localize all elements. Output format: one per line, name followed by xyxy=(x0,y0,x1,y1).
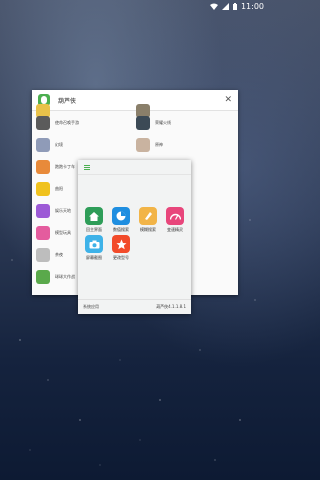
signal-icon xyxy=(221,3,229,10)
tool-popup: 回主界面 数值搜索 模糊搜索 变速精灵屏幕截图 更改型号 系统应用 葫芦侠4.1.1.8… xyxy=(78,160,191,314)
app-item[interactable]: 娱乐天地 xyxy=(36,204,71,218)
app-item[interactable]: 茶夜 xyxy=(36,248,63,262)
app-label: 幻境 xyxy=(55,142,63,147)
app-icon xyxy=(136,116,150,130)
app-icon xyxy=(36,138,50,152)
wifi-icon xyxy=(209,3,218,10)
app-label: 曲阳 xyxy=(55,186,63,191)
desktop: { "status_bar": { "time": "11:00" }, "wi… xyxy=(0,0,270,480)
app-item[interactable]: 模型玩具 xyxy=(36,226,71,240)
home-icon xyxy=(85,207,103,225)
app-label: 跑跑卡丁车 xyxy=(55,164,75,169)
app-item[interactable]: 球球大作战 xyxy=(36,270,75,284)
pen-icon xyxy=(139,207,157,225)
close-icon[interactable]: ✕ xyxy=(224,95,232,105)
menu-icon[interactable] xyxy=(84,164,90,171)
speedometer-icon xyxy=(166,207,184,225)
tool-camera[interactable]: 屏幕截图 xyxy=(81,235,107,261)
footer-left-label: 系统应用 xyxy=(83,304,99,309)
window-title-bar: 葫芦侠 ✕ xyxy=(32,90,238,111)
app-icon xyxy=(36,248,50,262)
app-item[interactable]: 跑跑卡丁车 xyxy=(36,160,75,174)
app-item[interactable]: 荣耀火线 xyxy=(136,116,171,130)
tool-speedometer[interactable]: 变速精灵 xyxy=(162,207,188,233)
tool-label: 回主界面 xyxy=(86,227,102,232)
tool-label: 变速精灵 xyxy=(167,227,183,232)
status-bar: 11:00 xyxy=(0,0,270,14)
app-item[interactable]: 使命召唤手游 xyxy=(36,116,79,130)
app-icon xyxy=(36,116,50,130)
app-label: 娱乐天地 xyxy=(55,208,71,213)
app-label: 模型玩具 xyxy=(55,230,71,235)
star-icon xyxy=(112,235,130,253)
app-icon xyxy=(36,226,50,240)
tool-pie-chart[interactable]: 数值搜索 xyxy=(108,207,134,233)
app-label: 原神 xyxy=(155,142,163,147)
app-label: 茶夜 xyxy=(55,252,63,257)
window-title: 葫芦侠 xyxy=(58,97,77,105)
app-item[interactable]: 幻境 xyxy=(36,138,63,152)
app-icon xyxy=(36,270,50,284)
app-item[interactable]: 原神 xyxy=(136,138,163,152)
pie-chart-icon xyxy=(112,207,130,225)
tool-star[interactable]: 更改型号 xyxy=(108,235,134,261)
app-label: 使命召唤手游 xyxy=(55,120,79,125)
battery-icon xyxy=(232,3,237,10)
version-label: 葫芦侠4.1.1.8.1 xyxy=(156,304,186,309)
popup-header xyxy=(78,160,191,175)
app-icon xyxy=(136,138,150,152)
camera-icon xyxy=(85,235,103,253)
app-icon xyxy=(36,182,50,196)
tool-pen[interactable]: 模糊搜索 xyxy=(135,207,161,233)
app-item[interactable]: 曲阳 xyxy=(36,182,63,196)
app-label: 荣耀火线 xyxy=(155,120,171,125)
tool-home[interactable]: 回主界面 xyxy=(81,207,107,233)
tool-label: 更改型号 xyxy=(113,255,129,260)
clock: 11:00 xyxy=(240,2,264,11)
tool-label: 模糊搜索 xyxy=(140,227,156,232)
app-icon xyxy=(36,204,50,218)
popup-footer: 系统应用 葫芦侠4.1.1.8.1 xyxy=(78,299,191,314)
tool-label: 屏幕截图 xyxy=(86,255,102,260)
tool-label: 数值搜索 xyxy=(113,227,129,232)
app-icon xyxy=(36,160,50,174)
app-label: 球球大作战 xyxy=(55,274,75,279)
